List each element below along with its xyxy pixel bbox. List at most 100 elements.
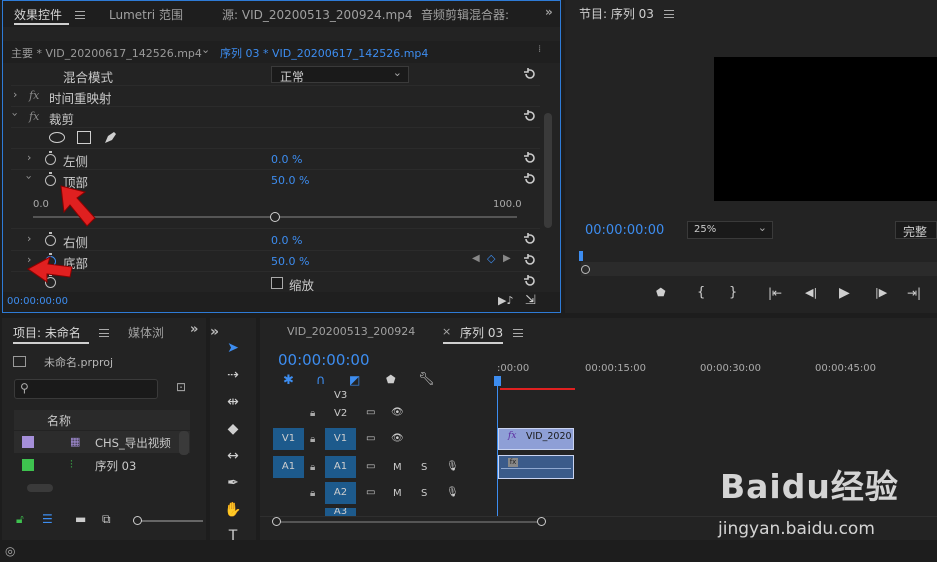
lock-icon[interactable]: 🔒︎: [310, 462, 315, 473]
list-item[interactable]: ⫶ 序列 03: [14, 454, 190, 476]
lock-icon[interactable]: 🔒︎: [310, 434, 315, 445]
timeline-timecode[interactable]: 00:00:00:00: [278, 351, 370, 369]
icon-view-icon[interactable]: ▬: [75, 512, 86, 526]
overflow-tabs-icon[interactable]: »: [190, 322, 198, 337]
next-keyframe-icon[interactable]: ▶: [503, 253, 511, 264]
mute-button[interactable]: M: [393, 488, 402, 499]
chevron-down-icon[interactable]: ›: [23, 175, 36, 179]
track-target-a3[interactable]: A3: [325, 508, 356, 516]
program-timeline-bar[interactable]: [581, 262, 937, 276]
zoom-slider-thumb[interactable]: [133, 516, 142, 525]
reset-icon[interactable]: [523, 275, 537, 287]
lock-icon[interactable]: 🔒︎: [310, 408, 315, 419]
zoom-slider[interactable]: [133, 516, 203, 525]
go-to-in-icon[interactable]: |⇤: [768, 286, 782, 300]
zoom-select[interactable]: 25% ⌄: [687, 221, 773, 239]
timecode[interactable]: 00:00:00:00: [7, 296, 68, 307]
lock-icon[interactable]: 🔒︎: [310, 488, 315, 499]
search-input[interactable]: ⚲: [14, 379, 158, 399]
reset-icon[interactable]: [523, 68, 537, 80]
play-audio-icon[interactable]: ▶♪: [498, 294, 513, 307]
linked-selection-icon[interactable]: ◩: [349, 373, 360, 387]
top-value[interactable]: 50.0 %: [271, 174, 309, 187]
left-value[interactable]: 0.0 %: [271, 153, 302, 166]
solo-button[interactable]: S: [421, 488, 427, 499]
list-view-icon[interactable]: ☰: [42, 512, 53, 526]
reset-icon[interactable]: [523, 233, 537, 245]
step-forward-icon[interactable]: |▶: [875, 286, 887, 299]
mark-in-icon[interactable]: {: [697, 285, 705, 300]
slider-track[interactable]: [33, 212, 517, 222]
panel-menu-icon[interactable]: [99, 329, 109, 337]
ellipse-mask-icon[interactable]: [49, 132, 65, 143]
tab-clip[interactable]: VID_20200513_200924: [287, 325, 415, 338]
chevron-down-icon[interactable]: ⌄: [201, 43, 210, 56]
chevron-down-icon[interactable]: ›: [9, 112, 22, 116]
microphone-icon[interactable]: 🎙︎: [446, 461, 459, 472]
mark-out-icon[interactable]: }: [729, 285, 737, 300]
lock-icon[interactable]: 🔓︎: [16, 512, 24, 527]
tab-audio-clip-mixer[interactable]: 音频剪辑混合器:: [421, 6, 509, 23]
track-select-tool-icon[interactable]: ⇢: [219, 364, 247, 386]
tab-media-browser[interactable]: 媒体浏: [128, 324, 164, 341]
sync-lock-icon[interactable]: ▭: [366, 407, 375, 418]
slider-thumb[interactable]: [270, 212, 280, 222]
sync-lock-icon[interactable]: ▭: [366, 461, 375, 472]
sequence-clip-label[interactable]: 序列 03 * VID_20200617_142526.mp4: [220, 45, 428, 61]
panel-menu-icon[interactable]: [664, 10, 674, 18]
sync-lock-icon[interactable]: ▭: [366, 433, 375, 444]
track-label-v2[interactable]: V2: [334, 408, 347, 419]
track-target-a2[interactable]: A2: [325, 482, 356, 504]
timeline-zoom-bar[interactable]: [272, 517, 546, 526]
overflow-tabs-icon[interactable]: »: [545, 5, 553, 19]
fx-icon[interactable]: fx: [29, 89, 39, 102]
close-icon[interactable]: ×: [442, 325, 451, 338]
video-preview[interactable]: [714, 57, 937, 201]
go-to-out-icon[interactable]: ⇥|: [907, 286, 921, 300]
work-area-bar[interactable]: [500, 388, 575, 390]
reset-icon[interactable]: [523, 152, 537, 164]
blend-mode-select[interactable]: 正常 ⌄: [271, 66, 409, 84]
program-monitor-title[interactable]: 节目: 序列 03: [579, 5, 654, 22]
settings-wrench-icon[interactable]: 🔧︎: [418, 372, 435, 387]
master-clip-label[interactable]: 主要 * VID_20200617_142526.mp4: [11, 45, 202, 61]
microphone-icon[interactable]: 🎙︎: [446, 487, 459, 498]
eye-icon[interactable]: 👁︎: [391, 433, 404, 444]
tab-lumetri-scopes[interactable]: Lumetri 范围: [109, 6, 183, 23]
right-value[interactable]: 0.0 %: [271, 234, 302, 247]
source-patch-a1[interactable]: A1: [273, 456, 304, 478]
zoom-handle-left[interactable]: [272, 517, 281, 526]
track-target-a1[interactable]: A1: [325, 456, 356, 478]
rectangle-mask-icon[interactable]: [77, 131, 91, 144]
ripple-edit-tool-icon[interactable]: ⇹: [219, 391, 247, 413]
reset-icon[interactable]: [523, 110, 537, 122]
scrub-thumb[interactable]: [581, 265, 590, 274]
drag-handle-icon[interactable]: ⁞: [538, 44, 541, 55]
nest-icon[interactable]: ✱: [283, 373, 294, 388]
new-bin-icon[interactable]: ⊡: [176, 380, 186, 394]
source-patch-v1[interactable]: V1: [273, 428, 304, 450]
panel-menu-icon[interactable]: [513, 329, 523, 337]
overflow-tabs-icon[interactable]: »: [210, 324, 219, 340]
pen-mask-icon[interactable]: [103, 130, 118, 145]
add-marker-icon[interactable]: ⬟: [386, 373, 396, 386]
slip-tool-icon[interactable]: ↔: [219, 445, 247, 467]
playhead-marker[interactable]: [579, 251, 583, 261]
eye-icon[interactable]: 👁︎: [391, 407, 404, 418]
scrollbar[interactable]: [179, 431, 189, 455]
freeform-view-icon[interactable]: ⧉: [102, 512, 111, 527]
keyframe-icon[interactable]: ◇: [487, 252, 495, 265]
column-name-header[interactable]: 名称: [47, 412, 71, 429]
solo-button[interactable]: S: [421, 462, 427, 473]
add-marker-icon[interactable]: ⬟: [656, 286, 666, 299]
sync-lock-icon[interactable]: ▭: [366, 487, 375, 498]
list-item[interactable]: ▦ CHS_导出视频: [14, 431, 190, 453]
quality-select[interactable]: 完整: [895, 221, 937, 239]
video-clip[interactable]: fx VID_2020: [498, 428, 574, 450]
track-label-v3[interactable]: V3: [334, 390, 347, 401]
chevron-right-icon[interactable]: ›: [13, 88, 17, 101]
step-back-icon[interactable]: ◀|: [805, 286, 817, 299]
playhead-handle[interactable]: [494, 376, 501, 386]
stopwatch-icon[interactable]: [45, 151, 56, 165]
chevron-right-icon[interactable]: ›: [27, 232, 31, 245]
